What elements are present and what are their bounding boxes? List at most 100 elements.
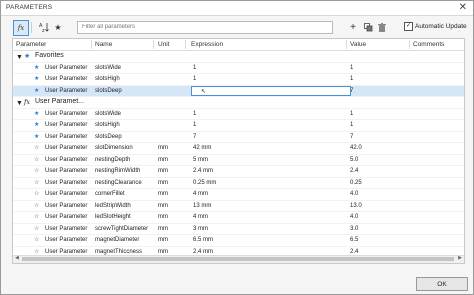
table-row[interactable]: ★ User Parameter slotsHigh 1 1: [13, 120, 464, 132]
search-input[interactable]: [78, 22, 327, 32]
star-filled-icon[interactable]: ★: [34, 87, 39, 94]
col-divider[interactable]: [346, 40, 347, 49]
star-outline-icon[interactable]: ☆: [34, 179, 39, 186]
star-filled-icon[interactable]: ★: [34, 75, 39, 82]
expression-cell[interactable]: 6.5 mm: [193, 237, 213, 243]
table-row[interactable]: ★ User Parameter slotsWide 1 1: [13, 109, 464, 120]
expression-cell[interactable]: 2.4 mm: [193, 249, 213, 255]
user-rows: ★ User Parameter slotsWide 1 1 ★ User Paramete…: [13, 109, 464, 263]
name-cell[interactable]: nestingRimWidth: [95, 168, 140, 174]
expression-cell[interactable]: 4 mm: [193, 191, 208, 197]
col-value[interactable]: Value: [350, 41, 366, 48]
expression-cell[interactable]: 4 mm: [193, 214, 208, 220]
expression-cell[interactable]: 3 mm: [193, 226, 208, 232]
col-parameter[interactable]: Parameter: [16, 41, 46, 48]
star-filled-icon[interactable]: ★: [34, 64, 39, 71]
name-cell[interactable]: nestingClearance: [95, 180, 142, 186]
star-outline-icon[interactable]: ☆: [34, 225, 39, 232]
name-cell[interactable]: slotDimension: [95, 145, 133, 151]
star-outline-icon[interactable]: ☆: [34, 190, 39, 197]
col-divider[interactable]: [185, 40, 186, 49]
checkbox-check-icon[interactable]: ✓: [404, 22, 413, 31]
parameter-type-cell: User Parameter: [45, 110, 88, 117]
table-row[interactable]: ☆ User Parameter ledSlotHeight mm 4 mm 4.0: [13, 212, 464, 224]
collapse-icon[interactable]: ▼: [16, 54, 23, 61]
add-icon[interactable]: +: [348, 20, 358, 34]
table-row[interactable]: ☆ User Parameter slotDimension mm 42 mm 42.0: [13, 143, 464, 155]
expression-cell[interactable]: 1: [193, 111, 196, 117]
star-filled-icon[interactable]: ★: [34, 121, 39, 128]
col-expression[interactable]: Expression: [191, 41, 223, 48]
star-filled-icon[interactable]: ★: [34, 133, 39, 140]
col-unit[interactable]: Unit: [158, 41, 170, 48]
expression-cell[interactable]: 1: [193, 65, 196, 71]
star-outline-icon[interactable]: ☆: [34, 213, 39, 220]
name-cell[interactable]: magnetThiccness: [95, 249, 142, 255]
sort-az-icon[interactable]: Az: [38, 20, 50, 34]
expression-cell[interactable]: 5 mm: [193, 157, 208, 163]
table-row[interactable]: ☆ User Parameter ledStripWidth mm 13 mm 13.0: [13, 201, 464, 212]
table-row[interactable]: ☆ User Parameter nestingClearance mm 0.25 mm…: [13, 178, 464, 189]
expression-cell[interactable]: 1: [193, 76, 196, 82]
name-cell[interactable]: magnetDiameter: [95, 237, 139, 243]
name-cell[interactable]: ledStripWidth: [95, 203, 131, 209]
copy-icon[interactable]: [363, 20, 373, 34]
expression-cell[interactable]: 42 mm: [193, 145, 211, 151]
name-cell[interactable]: slotsDeep: [95, 134, 122, 140]
fx-filter-button[interactable]: fx: [13, 20, 29, 36]
expression-cell[interactable]: 13 mm: [193, 203, 211, 209]
col-divider[interactable]: [153, 40, 154, 49]
star-outline-icon[interactable]: ☆: [34, 144, 39, 151]
table-row[interactable]: ★ User Parameter slotsWide 1 1: [13, 63, 464, 74]
star-outline-icon[interactable]: ☆: [34, 156, 39, 163]
expression-cell[interactable]: 7: [193, 134, 196, 140]
group-favorites[interactable]: ▼ ★ Favorites: [13, 51, 464, 63]
value-cell: 1: [350, 64, 354, 71]
svg-text:z: z: [42, 28, 45, 32]
horizontal-scrollbar[interactable]: ◀ ▶: [13, 255, 464, 263]
name-cell[interactable]: cornerFillet: [95, 191, 125, 197]
scroll-left-icon[interactable]: ◀: [15, 255, 19, 261]
star-outline-icon[interactable]: ☆: [34, 248, 39, 255]
table-row[interactable]: ☆ User Parameter magnetDiameter mm 6.5 mm 6.5: [13, 235, 464, 247]
table-row[interactable]: ☆ User Parameter cornerFillet mm 4 mm 4.0: [13, 189, 464, 201]
name-cell[interactable]: slotsHigh: [95, 122, 120, 128]
name-cell[interactable]: slotsWide: [95, 65, 121, 71]
col-divider[interactable]: [409, 40, 410, 49]
table-row[interactable]: ☆ User Parameter nestingDepth mm 5 mm 5.0: [13, 155, 464, 166]
automatic-update-checkbox[interactable]: ✓ Automatic Update: [404, 22, 467, 31]
expression-cell[interactable]: 2.4 mm: [193, 168, 213, 174]
star-outline-icon[interactable]: ☆: [34, 202, 39, 209]
col-comments[interactable]: Comments: [413, 41, 444, 48]
name-cell[interactable]: slotsWide: [95, 111, 121, 117]
table-row[interactable]: ★User ParameterslotsDeep77↖: [13, 85, 464, 97]
name-cell[interactable]: ledSlotHeight: [95, 214, 131, 220]
favorites-filter-icon[interactable]: ★: [52, 20, 64, 34]
scroll-right-icon[interactable]: ▶: [458, 255, 462, 261]
value-cell: 42.0: [350, 145, 362, 151]
scrollbar-thumb[interactable]: [22, 257, 454, 261]
expression-edit-field[interactable]: [191, 86, 351, 96]
delete-icon[interactable]: [377, 20, 387, 34]
group-user-parameters[interactable]: ▼ fx User Paramet...: [13, 97, 464, 109]
table-row[interactable]: ★ User Parameter slotsDeep 7 7: [13, 132, 464, 143]
name-cell[interactable]: slotsHigh: [95, 76, 120, 82]
table-row[interactable]: ★ User Parameter slotsHigh 1 1: [13, 74, 464, 86]
name-cell[interactable]: slotsDeep: [95, 88, 122, 94]
expression-cell[interactable]: 0.25 mm: [193, 180, 216, 186]
star-outline-icon[interactable]: ☆: [34, 236, 39, 243]
star-outline-icon[interactable]: ☆: [34, 167, 39, 174]
expression-cell[interactable]: 1: [193, 122, 196, 128]
name-cell[interactable]: screwTightDiameter: [95, 226, 148, 232]
ok-button[interactable]: OK: [416, 277, 468, 291]
table-row[interactable]: ☆ User Parameter screwTightDiameter mm 3 mm 3…: [13, 224, 464, 235]
unit-cell: mm: [158, 145, 168, 151]
search-box[interactable]: [77, 21, 333, 34]
close-icon[interactable]: ✕: [459, 2, 467, 13]
col-divider[interactable]: [91, 40, 92, 49]
name-cell[interactable]: nestingDepth: [95, 157, 130, 163]
star-filled-icon[interactable]: ★: [34, 110, 39, 117]
collapse-icon[interactable]: ▼: [16, 100, 23, 107]
col-name[interactable]: Name: [95, 41, 112, 48]
table-row[interactable]: ☆ User Parameter nestingRimWidth mm 2.4 mm 2.…: [13, 166, 464, 178]
